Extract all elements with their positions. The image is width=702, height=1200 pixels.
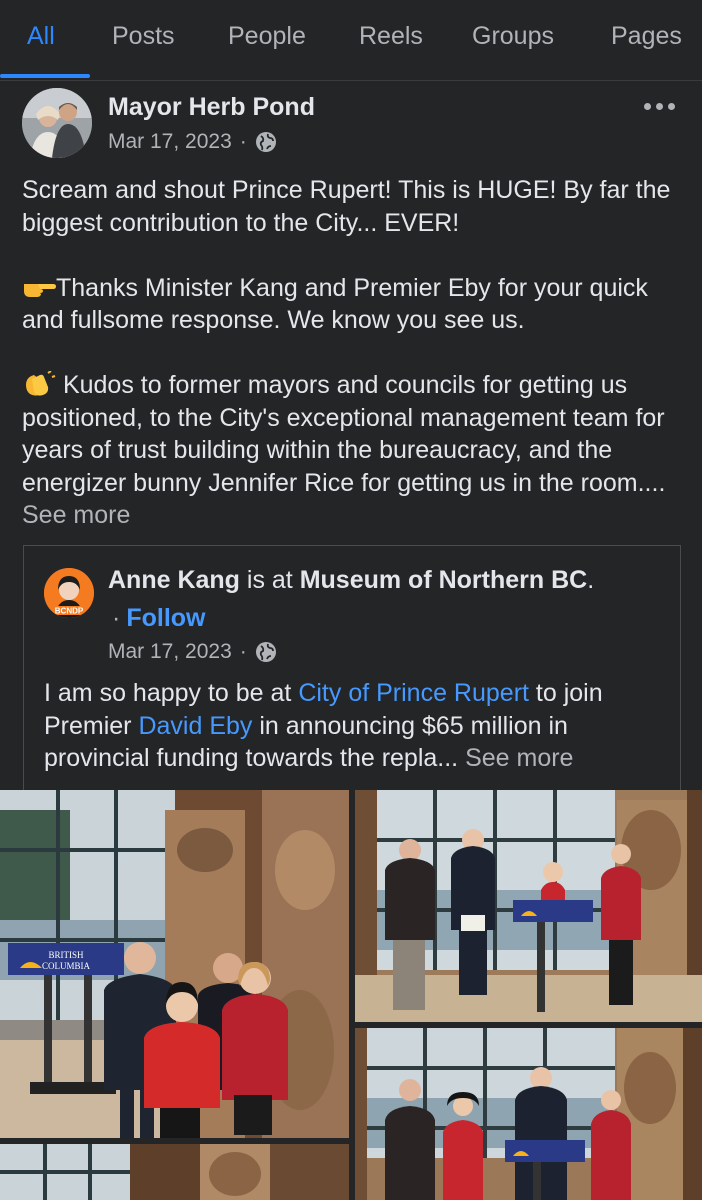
photo-additional[interactable] [0,1144,349,1200]
shared-headline: Anne Kang is at Museum of Northern BC. [108,566,595,594]
tab-posts[interactable]: Posts [112,22,175,51]
post-paragraph-2: Thanks Minister Kang and Premier Eby for… [22,273,648,335]
tab-reels[interactable]: Reels [359,22,423,51]
tab-people[interactable]: People [228,22,306,51]
post-author-name[interactable]: Mayor Herb Pond [108,93,315,122]
follow-row: · Follow [112,604,206,632]
active-tab-indicator [0,74,90,78]
tab-groups[interactable]: Groups [472,22,554,51]
link-david-eby[interactable]: David Eby [138,712,252,740]
post-paragraph-1: Scream and shout Prince Rupert! This is … [22,176,671,237]
globe-icon [255,132,276,152]
post-meta: Mar 17, 2023 · [108,130,277,154]
checkin-place[interactable]: Museum of Northern BC [300,566,588,594]
shared-post-card[interactable]: BCNDP Anne Kang is at Museum of Northern… [23,545,681,806]
post-body: Scream and shout Prince Rupert! This is … [22,174,687,532]
shared-meta: Mar 17, 2023 · [108,640,277,664]
link-city-of-prince-rupert[interactable]: City of Prince Rupert [298,679,529,707]
shared-author-name[interactable]: Anne Kang [108,566,240,594]
author-avatar[interactable] [22,88,92,158]
shared-post-text: I am so happy to be at City of Prince Ru… [44,679,603,772]
search-filter-tabs: All Posts People Reels Groups Pages [0,0,702,81]
post-paragraph-3: Kudos to former mayors and councils for … [22,371,666,529]
tab-pages[interactable]: Pages [611,22,682,51]
shared-see-more-link[interactable]: See more [465,744,573,772]
shared-date[interactable]: Mar 17, 2023 [108,640,232,664]
photo-speech-at-podium[interactable] [355,1028,702,1200]
svg-text:BRITISH: BRITISH [48,950,84,960]
bcndp-badge-text: BCNDP [55,607,84,616]
globe-icon [255,642,276,662]
photo-group-portrait[interactable]: BRITISH COLUMBIA [0,790,349,1138]
pointing-hand-emoji-icon [24,283,56,297]
post-date[interactable]: Mar 17, 2023 [108,130,232,154]
photo-announcement-podium[interactable] [355,790,702,1022]
shared-author-avatar[interactable]: BCNDP [44,568,94,618]
more-options-icon[interactable] [644,96,680,116]
tab-all[interactable]: All [27,22,55,51]
svg-text:COLUMBIA: COLUMBIA [42,961,91,971]
meta-separator: · [239,130,247,153]
clapping-hands-emoji-icon [26,371,56,396]
see-more-link[interactable]: See more [22,501,130,529]
follow-button[interactable]: Follow [126,604,205,632]
